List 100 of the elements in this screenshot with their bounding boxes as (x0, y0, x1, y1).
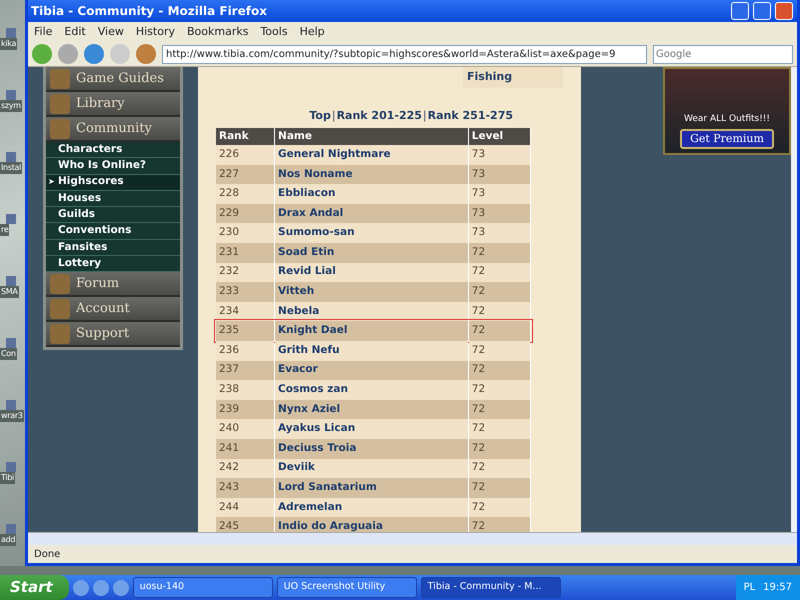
forward-button[interactable] (58, 44, 78, 64)
character-link[interactable]: Soad Etin (274, 242, 468, 263)
premium-banner[interactable]: Wear ALL Outfits!!! Get Premium (663, 67, 791, 155)
desktop-icon[interactable] (6, 276, 16, 286)
rank-cell: 242 (216, 458, 275, 478)
section-label: Support (76, 325, 130, 344)
level-cell: 73 (468, 145, 530, 165)
character-link[interactable]: Cosmos zan (274, 380, 468, 400)
character-link[interactable]: Lord Sanatarium (274, 478, 468, 498)
menu-item[interactable]: View (98, 24, 124, 40)
submenu-item[interactable]: Guilds (46, 207, 180, 224)
desktop-icon[interactable] (6, 462, 16, 472)
level-cell: 72 (468, 282, 530, 302)
menu-item[interactable]: File (34, 24, 52, 40)
character-link[interactable]: Deciuss Troia (274, 438, 468, 458)
desktop-icon-label[interactable]: add (0, 534, 16, 546)
desktop-icon[interactable] (6, 28, 16, 38)
submenu-item[interactable]: Characters (46, 142, 180, 158)
pager-separator: | (422, 108, 428, 122)
minimize-button[interactable] (731, 2, 749, 20)
desktop-icon-label[interactable]: wrar3 (0, 410, 24, 422)
rank-cell: 233 (216, 282, 275, 302)
back-button[interactable] (32, 44, 52, 64)
level-cell: 72 (468, 419, 530, 439)
taskbar-button[interactable]: UO Screenshot Utility (276, 577, 417, 598)
submenu-item[interactable]: Conventions (46, 223, 180, 240)
taskbar-button[interactable]: uosu-140 (132, 577, 273, 598)
character-link[interactable]: Adremelan (274, 498, 468, 518)
column-header: Level (468, 128, 530, 145)
column-header: Rank (216, 128, 275, 145)
close-button[interactable] (775, 2, 793, 20)
desktop-icon-label[interactable]: SMA (0, 286, 19, 298)
character-link[interactable]: Nynx Aziel (274, 400, 468, 420)
desktop-icon-label[interactable]: kika (0, 38, 18, 50)
section-label: Library (76, 94, 125, 113)
address-bar[interactable]: http://www.tibia.com/community/?subtopic=highscores&world=Astera&list=axe&page=9 (162, 44, 647, 64)
submenu-item[interactable]: Lottery (46, 256, 180, 272)
menu-item[interactable]: Help (300, 24, 325, 40)
character-link[interactable]: Revid Lial (274, 262, 468, 282)
rank-cell: 230 (216, 223, 275, 243)
desktop-icon[interactable] (6, 338, 16, 348)
level-cell: 72 (468, 458, 530, 478)
skill-link[interactable]: Fishing (463, 67, 563, 88)
menu-section[interactable]: Support (46, 322, 180, 348)
character-link[interactable]: Evacor (274, 360, 468, 380)
character-link[interactable]: Deviik (274, 458, 468, 478)
taskbar-button[interactable]: Tibia - Community - M... (420, 577, 561, 598)
character-link[interactable]: Vitteh (274, 282, 468, 302)
character-link[interactable]: Knight Dael (274, 321, 468, 341)
menu-section[interactable]: Community (46, 117, 180, 142)
maximize-button[interactable] (753, 2, 771, 20)
window-title: Tibia - Community - Mozilla Firefox (31, 3, 267, 20)
character-link[interactable]: Ayakus Lican (274, 419, 468, 439)
submenu-item[interactable]: Houses (46, 190, 180, 208)
rank-cell: 239 (216, 400, 275, 420)
search-field[interactable]: Google (653, 44, 793, 64)
horizontal-scrollbar[interactable] (28, 532, 797, 545)
section-icon (50, 324, 70, 344)
reload-button[interactable] (84, 44, 104, 64)
desktop-icon[interactable] (6, 152, 16, 162)
submenu-item[interactable]: Fansites (46, 240, 180, 256)
rank-cell: 237 (216, 360, 275, 380)
character-link[interactable]: Grith Nefu (274, 340, 468, 361)
pager-link[interactable]: Rank 201-225 (336, 108, 422, 122)
desktop-icon[interactable] (6, 214, 16, 224)
menu-item[interactable]: History (136, 24, 175, 40)
desktop-icon-label[interactable]: szym (0, 100, 22, 112)
menu-item[interactable]: Edit (64, 24, 86, 40)
level-cell: 72 (468, 438, 530, 458)
rank-cell: 244 (216, 498, 275, 518)
stop-button[interactable] (110, 44, 130, 64)
section-icon (50, 68, 70, 88)
character-link[interactable]: General Nightmare (274, 145, 468, 165)
character-link[interactable]: Sumomo-san (274, 223, 468, 243)
desktop-icon[interactable] (6, 524, 16, 534)
pager-link[interactable]: Rank 251-275 (428, 108, 513, 122)
rank-cell: 227 (216, 164, 275, 184)
submenu-item[interactable]: ➤ Highscores (46, 174, 180, 191)
submenu-item[interactable]: Who Is Online? (46, 158, 180, 175)
home-button[interactable] (136, 44, 156, 64)
character-link[interactable]: Ebbliacon (274, 184, 468, 204)
menu-section[interactable]: Forum (46, 272, 180, 298)
character-link[interactable]: Indio do Araguaia (274, 517, 468, 532)
menu-section[interactable]: Library (46, 92, 180, 117)
character-link[interactable]: Nos Noname (274, 164, 468, 184)
desktop-icon[interactable] (6, 90, 16, 100)
desktop-icon[interactable] (6, 400, 16, 410)
character-link[interactable]: Drax Andal (274, 204, 468, 224)
banner-caption: Wear ALL Outfits!!! (684, 113, 770, 126)
desktop-icon-label[interactable]: Instal (0, 162, 22, 174)
menu-item[interactable]: Tools (260, 24, 288, 40)
pager-link[interactable]: Top (309, 108, 331, 122)
menu-item[interactable]: Bookmarks (186, 24, 248, 40)
premium-button[interactable]: Get Premium (680, 128, 774, 149)
menu-section[interactable]: Account (46, 297, 180, 322)
desktop-icon-label[interactable]: Con (0, 348, 17, 360)
menu-section[interactable]: Game Guides (46, 67, 180, 92)
desktop-icon-label[interactable]: re (0, 224, 10, 236)
desktop-icon-label[interactable]: Tibi (0, 472, 15, 484)
start-button[interactable]: Start (0, 575, 69, 600)
